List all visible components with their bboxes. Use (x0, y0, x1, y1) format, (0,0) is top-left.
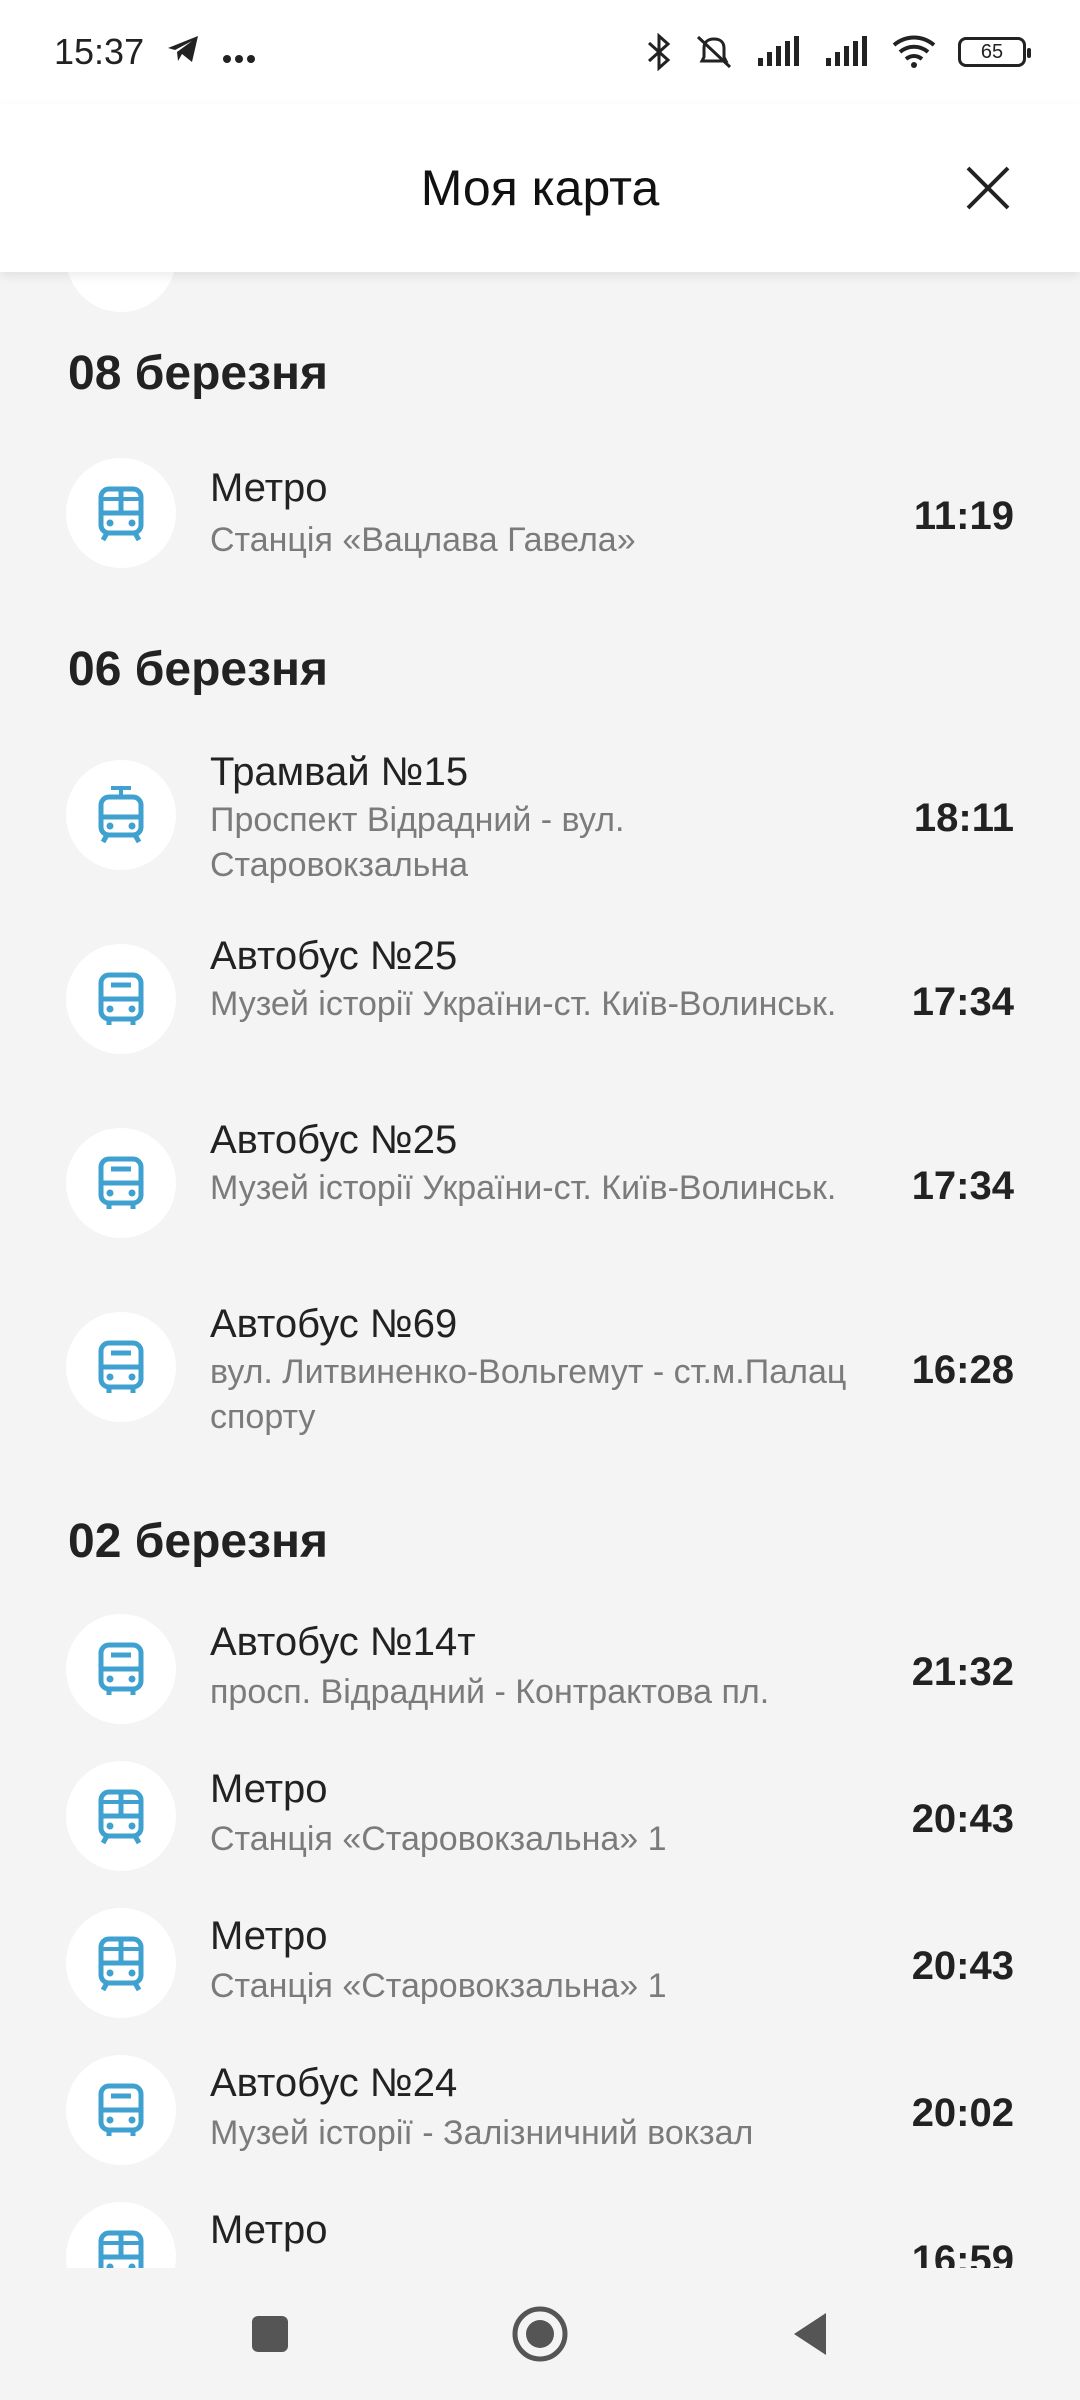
bus-icon-wrap (66, 1312, 176, 1422)
trip-icon-partial (66, 272, 176, 312)
trip-time: 11:19 (913, 494, 1014, 538)
app-header: Моя карта (0, 104, 1080, 272)
recents-button[interactable] (230, 2294, 310, 2374)
bus-icon (98, 2083, 144, 2136)
status-right: 65 (646, 33, 1031, 71)
square-icon (252, 2316, 288, 2352)
trip-row[interactable]: Метро Станція «Старовокзальна» 1 20:43 (0, 1761, 1080, 1891)
trip-title: Автобус №14т (210, 1620, 476, 1664)
trip-title: Метро (210, 1767, 328, 1811)
status-time: 15:37 (54, 31, 145, 72)
trip-subtitle: просп. Відрадний - Контрактова пл. (210, 1673, 770, 1711)
trip-title: Метро (210, 2208, 328, 2252)
metro-icon (98, 1936, 144, 1992)
trip-time: 16:28 (911, 1348, 1014, 1392)
trip-time: 20:43 (911, 1797, 1014, 1841)
bus-icon (98, 1156, 144, 1209)
close-button[interactable] (946, 146, 1030, 230)
metro-icon-wrap (66, 458, 176, 568)
bus-icon (98, 1642, 144, 1695)
trip-history-list[interactable]: 08 березня Метро Станція «Вацлава Гавела… (0, 272, 1080, 2268)
trip-title: Метро (210, 466, 328, 510)
telegram-icon (166, 31, 200, 73)
trip-row[interactable]: Автобус №25 Музей історії України-ст. Ки… (0, 1118, 1080, 1298)
home-circle-icon (512, 2306, 568, 2362)
signal-icon-1 (756, 36, 802, 68)
bus-icon (98, 1340, 144, 1393)
section-date: 06 березня (68, 643, 328, 696)
trip-time: 18:11 (913, 796, 1014, 840)
trip-row[interactable]: Метро Станція «Старовокзальна» 1 20:43 (0, 1908, 1080, 2038)
tram-icon (98, 786, 144, 844)
bus-icon-wrap (66, 944, 176, 1054)
trip-time: 17:34 (911, 1164, 1014, 1208)
home-button[interactable] (500, 2294, 580, 2374)
trip-subtitle: Станція «Старовокзальна» 1 (210, 1967, 667, 2005)
trip-time: 16:59 (911, 2238, 1014, 2268)
back-button[interactable] (770, 2294, 850, 2374)
signal-icon-2 (824, 36, 870, 68)
bus-icon-wrap (66, 2055, 176, 2165)
trip-title: Автобус №25 (210, 934, 458, 978)
trip-row[interactable]: Трамвай №15 Проспект Відрадний - вул. Ст… (0, 750, 1080, 930)
wifi-icon (892, 35, 936, 69)
trip-subtitle: вул. Литвиненко-Вольгемут - ст.м.Палац с… (210, 1353, 847, 1436)
trip-row[interactable]: Автобус №24 Музей історії - Залізничний … (0, 2055, 1080, 2185)
trip-subtitle: Музей історії України-ст. Київ-Волинськ. (210, 1169, 837, 1207)
trip-time: 21:32 (911, 1650, 1014, 1694)
bus-icon (98, 972, 144, 1025)
battery-icon: 65 (958, 37, 1031, 67)
bus-icon-wrap (66, 1128, 176, 1238)
metro-icon-wrap (66, 2202, 176, 2268)
metro-icon (98, 2230, 144, 2268)
trip-subtitle: Станція «Вацлава Гавела» (210, 521, 636, 559)
close-icon (966, 166, 1010, 210)
bus-icon-wrap (66, 1614, 176, 1724)
status-left: 15:37 (54, 31, 256, 73)
trip-title: Трамвай №15 (210, 750, 469, 794)
bluetooth-icon (646, 33, 672, 71)
metro-icon-wrap (66, 1908, 176, 2018)
more-icon (222, 31, 256, 73)
trip-row[interactable]: Автобус №14т просп. Відрадний - Контракт… (0, 1614, 1080, 1744)
section-date: 02 березня (68, 1515, 328, 1568)
trip-subtitle: Музей історії - Залізничний вокзал (210, 2114, 754, 2152)
trip-title: Метро (210, 1914, 328, 1958)
trip-title: Автобус №69 (210, 1302, 458, 1346)
tram-icon-wrap (66, 760, 176, 870)
page-title: Моя карта (420, 160, 660, 216)
metro-icon (98, 1789, 144, 1845)
status-bar: 15:37 65 (0, 0, 1080, 104)
trip-title: Автобус №24 (210, 2061, 458, 2105)
mute-icon (694, 33, 734, 71)
trip-row[interactable]: Метро Станція «Вацлава Гавела» 11:19 (0, 458, 1080, 598)
metro-icon-wrap (66, 1761, 176, 1871)
trip-subtitle: Проспект Відрадний - вул. Старовокзальна (210, 801, 625, 884)
trip-subtitle: Станція «Старовокзальна» 1 (210, 1820, 667, 1858)
back-triangle-icon (794, 2313, 826, 2355)
section-date: 08 березня (68, 347, 328, 400)
trip-subtitle: Музей історії України-ст. Київ-Волинськ. (210, 985, 837, 1023)
system-nav-bar (0, 2268, 1080, 2400)
trip-time: 20:02 (911, 2091, 1014, 2135)
trip-row[interactable]: Автобус №69 вул. Литвиненко-Вольгемут - … (0, 1302, 1080, 1482)
trip-title: Автобус №25 (210, 1118, 458, 1162)
trip-time: 20:43 (911, 1944, 1014, 1988)
trip-row[interactable]: Метро 16:59 (0, 2202, 1080, 2268)
trip-row[interactable]: Автобус №25 Музей історії України-ст. Ки… (0, 934, 1080, 1114)
metro-icon (98, 486, 144, 542)
trip-time: 17:34 (911, 980, 1014, 1024)
